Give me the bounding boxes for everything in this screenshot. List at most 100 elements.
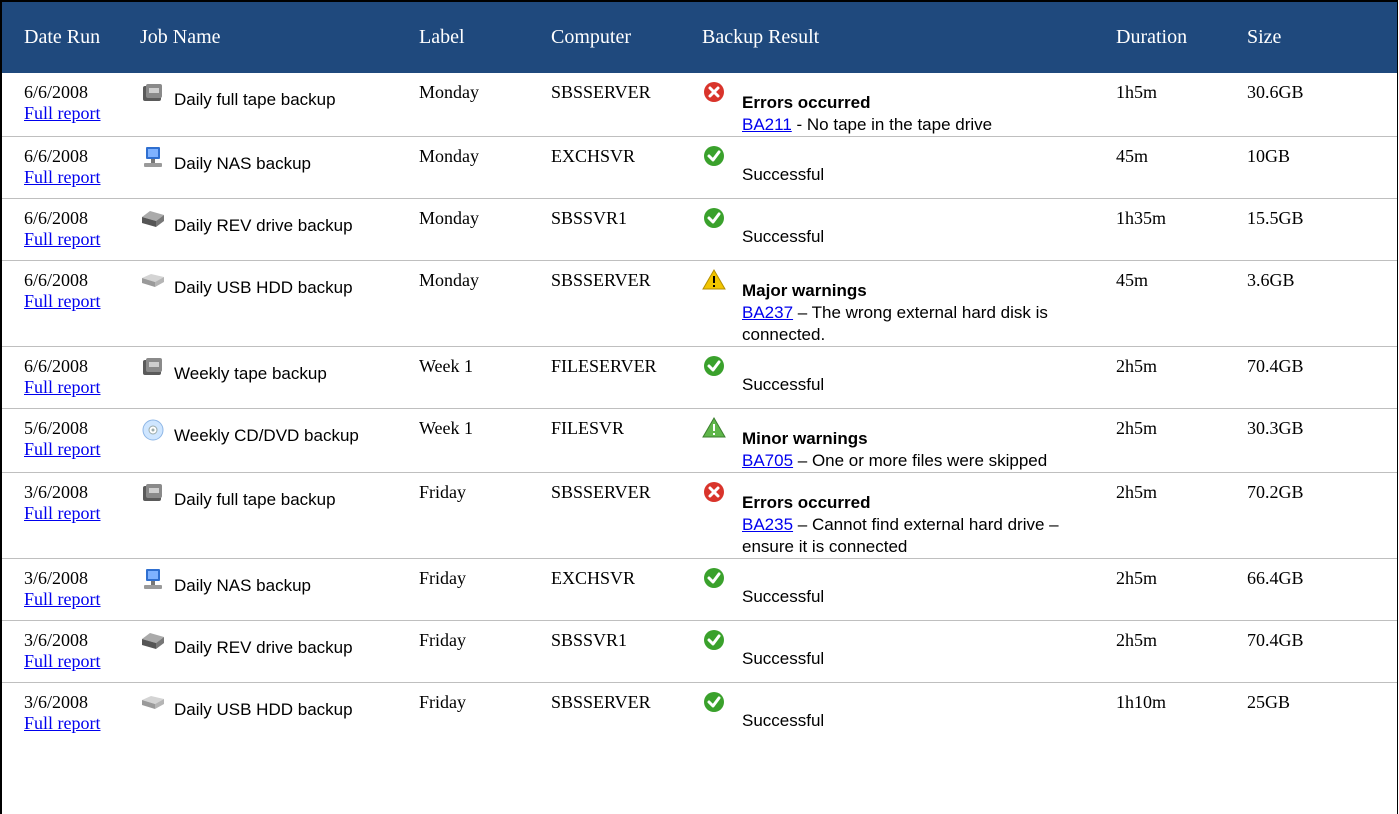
full-report-link[interactable]: Full report: [24, 377, 140, 398]
error-code-link[interactable]: BA235: [742, 515, 793, 534]
column-header-computer[interactable]: Computer: [551, 2, 702, 73]
tape-drive-icon: [140, 356, 166, 380]
date-run: 6/6/2008: [24, 82, 89, 102]
error-code-link[interactable]: BA705: [742, 451, 793, 470]
computer-cell: SBSSERVER: [551, 73, 702, 137]
table-row: 6/6/2008 Full report Daily REV drive bac…: [2, 198, 1397, 261]
cd-dvd-icon: [140, 418, 166, 442]
job-name[interactable]: Weekly tape backup: [174, 364, 327, 384]
label-cell: Week 1: [419, 346, 551, 409]
duration-cell: 2h5m: [1116, 346, 1247, 409]
result-cell: Minor warnings BA705 – One or more files…: [702, 408, 1116, 473]
column-header-job[interactable]: Job Name: [140, 2, 419, 73]
result-detail: BA705 – One or more files were skipped: [742, 450, 1097, 472]
full-report-link[interactable]: Full report: [24, 229, 140, 250]
result-title: Errors occurred: [742, 493, 871, 512]
result-title: Successful: [742, 375, 825, 394]
nas-computer-icon: [140, 568, 166, 592]
job-name[interactable]: Daily NAS backup: [174, 576, 311, 596]
rev-drive-icon: [140, 208, 166, 232]
checkmark-icon: [702, 690, 726, 714]
column-header-label[interactable]: Label: [419, 2, 551, 73]
result-cell: Successful: [702, 558, 1116, 621]
duration-cell: 1h35m: [1116, 198, 1247, 261]
result-detail: BA237 – The wrong external hard disk is …: [742, 302, 1097, 346]
column-header-size[interactable]: Size: [1247, 2, 1397, 73]
size-cell: 30.6GB: [1247, 73, 1397, 137]
size-cell: 30.3GB: [1247, 408, 1397, 473]
result-title: Major warnings: [742, 281, 867, 300]
date-cell: 6/6/2008 Full report: [2, 198, 140, 261]
full-report-link[interactable]: Full report: [24, 167, 140, 188]
computer-cell: SBSSERVER: [551, 472, 702, 559]
job-cell: Daily full tape backup: [140, 73, 419, 137]
column-header-duration[interactable]: Duration: [1116, 2, 1247, 73]
duration-cell: 45m: [1116, 136, 1247, 199]
full-report-link[interactable]: Full report: [24, 713, 140, 734]
computer-name: SBSSERVER: [551, 482, 651, 502]
table-row: 3/6/2008 Full report Daily NAS backup Fr…: [2, 558, 1397, 621]
error-code-link[interactable]: BA237: [742, 303, 793, 322]
job-name[interactable]: Daily full tape backup: [174, 90, 336, 110]
job-name[interactable]: Daily REV drive backup: [174, 638, 353, 658]
label-cell: Monday: [419, 136, 551, 199]
job-name[interactable]: Daily USB HDD backup: [174, 700, 353, 720]
date-run: 3/6/2008: [24, 692, 89, 712]
result-title: Successful: [742, 165, 825, 184]
date-cell: 3/6/2008 Full report: [2, 620, 140, 683]
result-cell: Successful: [702, 683, 1116, 745]
result-cell: Successful: [702, 136, 1116, 199]
job-name[interactable]: Weekly CD/DVD backup: [174, 426, 359, 446]
full-report-link[interactable]: Full report: [24, 439, 140, 460]
full-report-link[interactable]: Full report: [24, 651, 140, 672]
job-cell: Daily NAS backup: [140, 558, 419, 621]
rev-drive-icon: [140, 630, 166, 654]
job-name[interactable]: Daily REV drive backup: [174, 216, 353, 236]
error-icon: [702, 480, 726, 504]
table-row: 3/6/2008 Full report Daily USB HDD backu…: [2, 683, 1397, 745]
date-cell: 6/6/2008 Full report: [2, 260, 140, 347]
date-run: 6/6/2008: [24, 356, 89, 376]
job-name[interactable]: Daily NAS backup: [174, 154, 311, 174]
size-cell: 25GB: [1247, 692, 1291, 712]
size-cell: 66.4GB: [1247, 558, 1397, 621]
result-cell: Successful: [702, 620, 1116, 683]
usb-hdd-icon: [140, 692, 166, 716]
result-title: Successful: [742, 711, 825, 730]
table-row: 6/6/2008 Full report Daily full tape bac…: [2, 73, 1397, 137]
full-report-link[interactable]: Full report: [24, 291, 140, 312]
backup-results-table: Date Run Job Name Label Computer Backup …: [2, 2, 1397, 745]
table-row: 5/6/2008 Full report Weekly CD/DVD backu…: [2, 408, 1397, 473]
computer-cell: EXCHSVR: [551, 136, 702, 199]
column-header-result[interactable]: Backup Result: [702, 2, 1116, 73]
duration-cell: 2h5m: [1116, 558, 1247, 621]
result-cell: Successful: [702, 198, 1116, 261]
result-cell: Successful: [702, 346, 1116, 409]
result-message: - No tape in the tape drive: [791, 115, 993, 134]
table-row: 6/6/2008 Full report Daily NAS backup Mo…: [2, 136, 1397, 199]
job-name[interactable]: Daily USB HDD backup: [174, 278, 353, 298]
date-cell: 5/6/2008 Full report: [2, 408, 140, 473]
usb-hdd-icon: [140, 270, 166, 294]
full-report-link[interactable]: Full report: [24, 589, 140, 610]
warning-icon: [702, 268, 726, 292]
checkmark-icon: [702, 144, 726, 168]
checkmark-icon: [702, 354, 726, 378]
full-report-link[interactable]: Full report: [24, 103, 140, 124]
result-title: Errors occurred: [742, 93, 871, 112]
computer-name: SBSSERVER: [551, 82, 651, 102]
date-cell: 6/6/2008 Full report: [2, 136, 140, 199]
nas-computer-icon: [140, 146, 166, 170]
result-title: Successful: [742, 649, 825, 668]
checkmark-icon: [702, 206, 726, 230]
result-title: Successful: [742, 227, 825, 246]
computer-cell: FILESERVER: [551, 346, 702, 409]
size-cell: 10GB: [1247, 136, 1397, 199]
job-name[interactable]: Daily full tape backup: [174, 490, 336, 510]
date-run: 3/6/2008: [24, 630, 89, 650]
column-header-date[interactable]: Date Run: [2, 2, 140, 73]
computer-name: SBSSERVER: [551, 270, 651, 290]
full-report-link[interactable]: Full report: [24, 503, 140, 524]
date-cell: 3/6/2008 Full report: [2, 472, 140, 559]
error-code-link[interactable]: BA211: [742, 115, 792, 134]
